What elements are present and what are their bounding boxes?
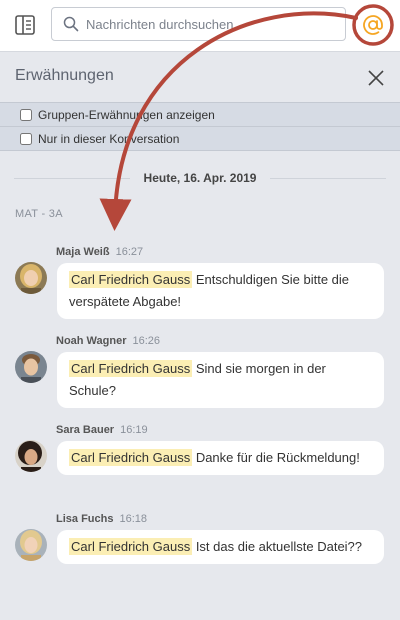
filter-group-mentions[interactable]: Gruppen-Erwähnungen anzeigen [0, 103, 400, 127]
group-mentions-checkbox[interactable] [20, 108, 32, 121]
channel-name: MAT - 3A [15, 208, 63, 220]
message-meta: Lisa Fuchs 16:18 [56, 513, 147, 525]
user-mention[interactable]: Carl Friedrich Gauss [69, 271, 193, 288]
author-name: Lisa Fuchs [56, 513, 114, 525]
divider [270, 177, 387, 179]
message-bubble: Carl Friedrich Gauss Entschuldigen Sie b… [57, 263, 384, 319]
top-bar [0, 0, 400, 52]
message-meta: Noah Wagner 16:26 [56, 335, 160, 347]
avatar[interactable] [15, 440, 47, 472]
message-time: 16:26 [132, 335, 161, 347]
message-meta: Sara Bauer 16:19 [56, 424, 148, 436]
author-name: Maja Weiß [56, 246, 110, 258]
avatar[interactable] [15, 351, 47, 383]
message-text: Danke für die Rückmeldung! [192, 450, 360, 465]
date-separator: Heute, 16. Apr. 2019 [0, 168, 400, 188]
message-bubble: Carl Friedrich Gauss Ist das die aktuell… [57, 530, 384, 564]
avatar[interactable] [15, 529, 47, 561]
message-time: 16:27 [115, 246, 144, 258]
message-time: 16:18 [119, 513, 147, 525]
user-mention[interactable]: Carl Friedrich Gauss [69, 538, 193, 555]
close-icon [368, 70, 384, 86]
message-bubble: Carl Friedrich Gauss Sind sie morgen in … [57, 352, 384, 408]
mentions-panel-header: Erwähnungen [0, 53, 400, 101]
message-time: 16:19 [120, 424, 148, 436]
sidebar-toggle-icon[interactable] [12, 12, 38, 38]
search-box [51, 7, 346, 41]
filter-this-conversation[interactable]: Nur in dieser Konversation [0, 127, 400, 151]
message-meta: Maja Weiß 16:27 [56, 246, 143, 258]
message-bubble: Carl Friedrich Gauss Danke für die Rückm… [57, 441, 384, 475]
divider [14, 177, 130, 179]
at-sign-icon [363, 15, 383, 35]
user-mention[interactable]: Carl Friedrich Gauss [69, 360, 193, 377]
user-mention[interactable]: Carl Friedrich Gauss [69, 449, 193, 466]
author-name: Sara Bauer [56, 424, 115, 436]
author-name: Noah Wagner [56, 335, 127, 347]
close-button[interactable] [366, 68, 386, 88]
panel-title: Erwähnungen [15, 67, 114, 84]
filter-label: Gruppen-Erwähnungen anzeigen [38, 107, 215, 122]
search-icon [63, 16, 79, 37]
date-label: Heute, 16. Apr. 2019 [143, 171, 257, 185]
mentions-button[interactable] [356, 8, 390, 42]
filter-options: Gruppen-Erwähnungen anzeigen Nur in dies… [0, 102, 400, 151]
filter-label: Nur in dieser Konversation [38, 131, 180, 146]
message-text: Ist das die aktuellste Datei?? [192, 539, 363, 554]
search-input[interactable] [86, 8, 336, 40]
avatar[interactable] [15, 262, 47, 294]
this-conversation-checkbox[interactable] [20, 132, 32, 145]
